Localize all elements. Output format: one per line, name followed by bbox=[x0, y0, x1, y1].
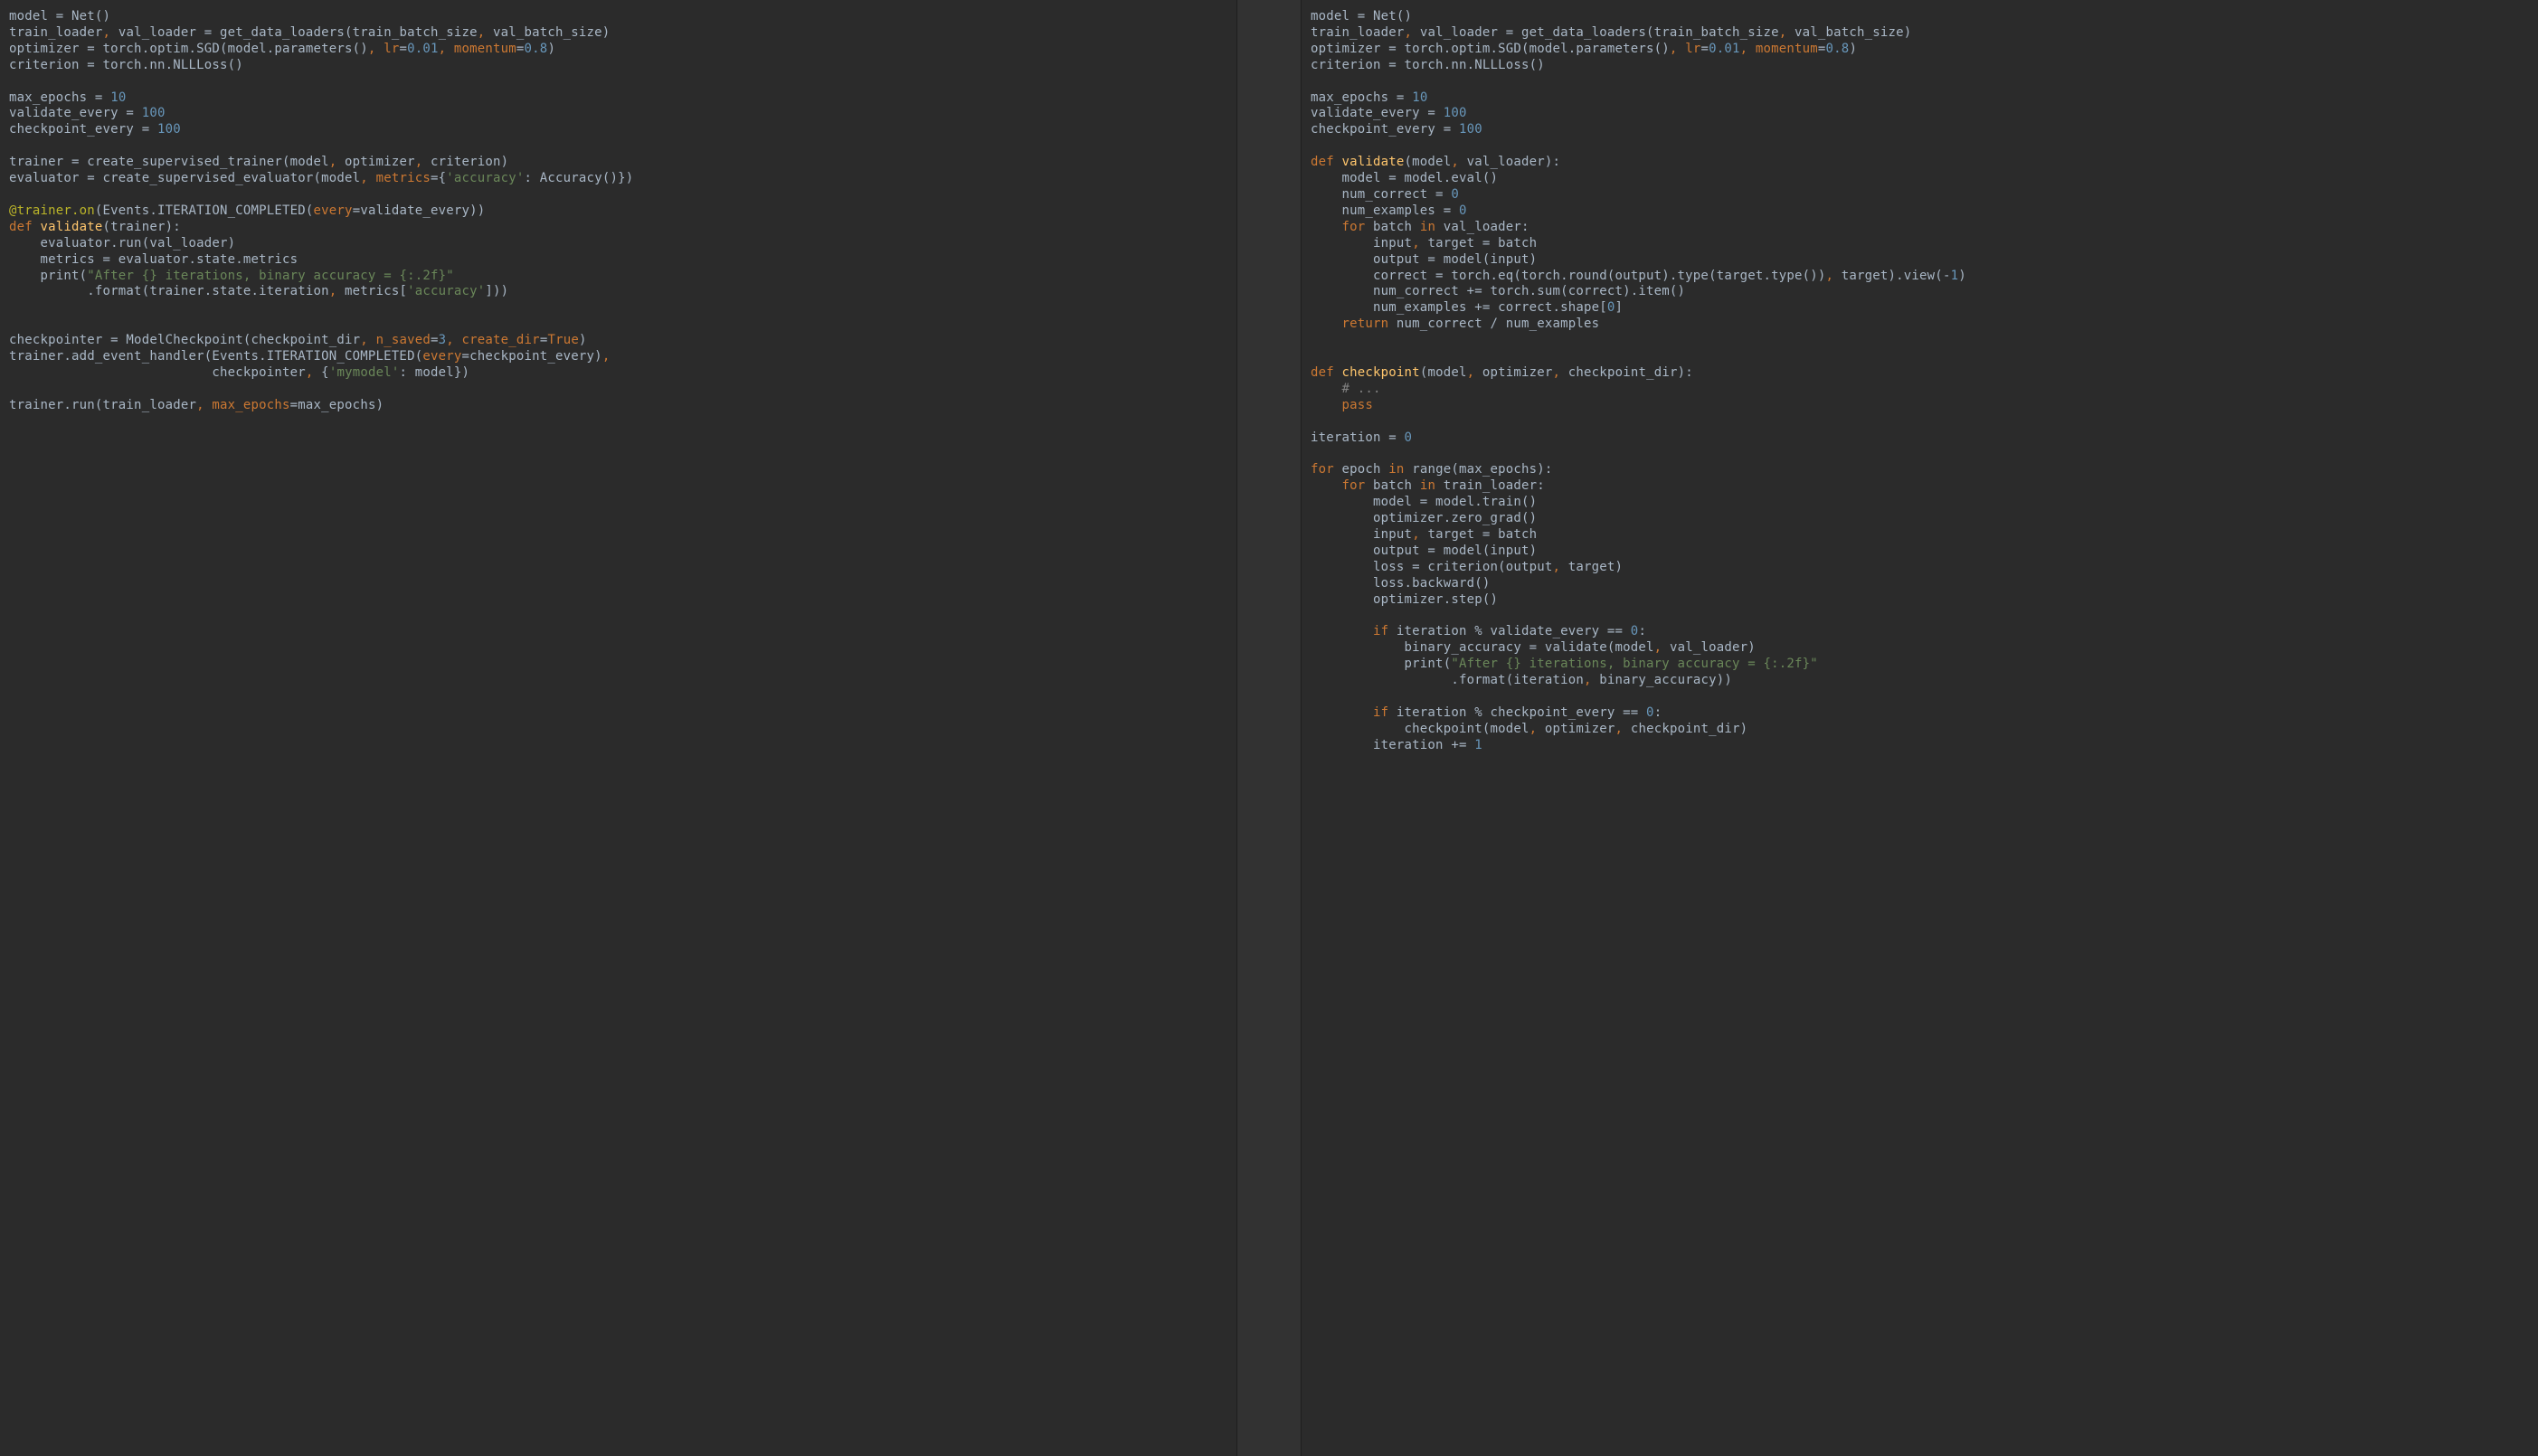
code-line: model = Net() bbox=[9, 9, 110, 24]
code-line: optimizer.zero_grad() bbox=[1311, 511, 1537, 525]
code-line: metrics = evaluator.state.metrics bbox=[9, 252, 298, 267]
code-line: max_epochs = 10 bbox=[1311, 90, 1427, 105]
code-line: output = model(input) bbox=[1311, 544, 1537, 558]
code-line: train_loader, val_loader = get_data_load… bbox=[9, 25, 610, 40]
code-line: validate_every = 100 bbox=[9, 106, 166, 120]
code-line: def validate(model, val_loader): bbox=[1311, 155, 1560, 169]
code-line: validate_every = 100 bbox=[1311, 106, 1467, 120]
code-line: if iteration % checkpoint_every == 0: bbox=[1311, 705, 1662, 720]
code-line: trainer.run(train_loader, max_epochs=max… bbox=[9, 398, 384, 412]
code-line: @trainer.on(Events.ITERATION_COMPLETED(e… bbox=[9, 203, 485, 218]
code-line: binary_accuracy = validate(model, val_lo… bbox=[1311, 640, 1756, 655]
code-line: trainer.add_event_handler(Events.ITERATI… bbox=[9, 349, 610, 364]
code-line: num_examples = 0 bbox=[1311, 203, 1467, 218]
left-code-pane[interactable]: model = Net() train_loader, val_loader =… bbox=[0, 0, 1236, 1456]
code-line: .format(iteration, binary_accuracy)) bbox=[1311, 673, 1732, 687]
code-line: print("After {} iterations, binary accur… bbox=[9, 269, 454, 283]
code-line: model = model.eval() bbox=[1311, 171, 1498, 185]
code-line: correct = torch.eq(torch.round(output).t… bbox=[1311, 269, 1966, 283]
code-line: output = model(input) bbox=[1311, 252, 1537, 267]
code-line: .format(trainer.state.iteration, metrics… bbox=[9, 284, 508, 298]
code-line: optimizer = torch.optim.SGD(model.parame… bbox=[1311, 42, 1857, 56]
code-line: for epoch in range(max_epochs): bbox=[1311, 462, 1553, 477]
code-line: trainer = create_supervised_trainer(mode… bbox=[9, 155, 508, 169]
code-line: input, target = batch bbox=[1311, 527, 1537, 542]
code-line: if iteration % validate_every == 0: bbox=[1311, 624, 1646, 638]
code-line: loss = criterion(output, target) bbox=[1311, 560, 1623, 574]
code-line: # ... bbox=[1311, 382, 1381, 396]
code-line: checkpoint_every = 100 bbox=[9, 122, 181, 137]
code-line: checkpointer = ModelCheckpoint(checkpoin… bbox=[9, 333, 587, 347]
split-gutter[interactable] bbox=[1236, 0, 1302, 1456]
code-line: max_epochs = 10 bbox=[9, 90, 126, 105]
code-line: evaluator = create_supervised_evaluator(… bbox=[9, 171, 633, 185]
code-line: def checkpoint(model, optimizer, checkpo… bbox=[1311, 365, 1693, 380]
code-line: optimizer.step() bbox=[1311, 592, 1498, 607]
code-line: checkpoint(model, optimizer, checkpoint_… bbox=[1311, 722, 1747, 736]
code-line: criterion = torch.nn.NLLLoss() bbox=[9, 58, 243, 72]
code-line: return num_correct / num_examples bbox=[1311, 317, 1599, 331]
code-line: train_loader, val_loader = get_data_load… bbox=[1311, 25, 1911, 40]
code-line: print("After {} iterations, binary accur… bbox=[1311, 657, 1818, 671]
code-line: pass bbox=[1311, 398, 1373, 412]
code-line: evaluator.run(val_loader) bbox=[9, 236, 235, 251]
code-line: criterion = torch.nn.NLLLoss() bbox=[1311, 58, 1545, 72]
code-line: num_examples += correct.shape[0] bbox=[1311, 300, 1623, 315]
code-line: optimizer = torch.optim.SGD(model.parame… bbox=[9, 42, 555, 56]
code-line: for batch in val_loader: bbox=[1311, 220, 1529, 234]
code-line: for batch in train_loader: bbox=[1311, 478, 1545, 493]
code-line: checkpointer, {'mymodel': model}) bbox=[9, 365, 469, 380]
code-line: num_correct += torch.sum(correct).item() bbox=[1311, 284, 1685, 298]
code-line: iteration += 1 bbox=[1311, 738, 1482, 752]
code-line: model = model.train() bbox=[1311, 495, 1537, 509]
code-line: def validate(trainer): bbox=[9, 220, 181, 234]
code-line: input, target = batch bbox=[1311, 236, 1537, 251]
code-line: model = Net() bbox=[1311, 9, 1412, 24]
code-line: loss.backward() bbox=[1311, 576, 1490, 591]
code-line: checkpoint_every = 100 bbox=[1311, 122, 1482, 137]
right-code-pane[interactable]: model = Net() train_loader, val_loader =… bbox=[1302, 0, 2538, 1456]
code-line: iteration = 0 bbox=[1311, 430, 1412, 445]
code-line: num_correct = 0 bbox=[1311, 187, 1459, 202]
